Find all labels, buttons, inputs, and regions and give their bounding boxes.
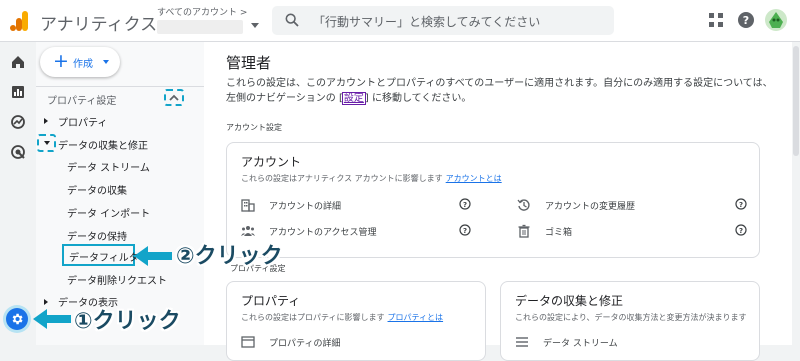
property-details-icon [241, 336, 255, 348]
home-icon[interactable] [10, 54, 26, 70]
search-placeholder: 「行動サマリー」と検索してみてください [313, 15, 541, 29]
account-card-subtitle-text: これらの設定はアナリティクス アカウントに影響します [241, 174, 443, 183]
search-input[interactable]: 「行動サマリー」と検索してみてください [272, 6, 614, 35]
data-collection-card-title: データの収集と修正 [515, 294, 624, 308]
svg-text:?: ? [739, 227, 743, 235]
nav-item-data-retention[interactable]: データの保持 [67, 228, 127, 243]
analytics-logo-icon[interactable] [9, 10, 29, 32]
section-label-account: アカウント設定 [226, 123, 282, 132]
nav-item-property[interactable]: プロパティ [58, 114, 107, 129]
trash-row[interactable]: ゴミ箱 ? [517, 222, 757, 240]
nav-divider [36, 86, 204, 87]
annotation-arrow-step1 [33, 309, 71, 329]
account-history-label: アカウントの変更履歴 [545, 202, 636, 212]
property-card-title: プロパティ [241, 294, 301, 308]
account-details-row[interactable]: アカウントの詳細 ? [241, 196, 481, 214]
expand-arrow-icon[interactable] [44, 299, 48, 305]
annotation-step1-label: ①クリック [74, 309, 181, 334]
nav-item-data-import[interactable]: データ インポート [67, 205, 150, 220]
admin-nav: + 作成 プロパティ設定 プロパティ データの収集と修正 データ ストリーム デ… [36, 42, 204, 345]
property-card: プロパティ これらの設定はプロパティに影響します プロパティとは プロパティの詳細 [226, 281, 486, 361]
svg-text:?: ? [739, 201, 743, 209]
svg-text:?: ? [463, 227, 467, 235]
account-history-row[interactable]: アカウントの変更履歴 ? [517, 196, 757, 214]
account-switcher[interactable]: すべてのアカウント > [157, 5, 259, 37]
apps-grid-icon[interactable] [707, 11, 725, 29]
reports-icon[interactable] [10, 84, 26, 100]
plus-icon: + [53, 50, 69, 72]
top-bar: アナリティクス すべてのアカウント > 「行動サマリー」と検索してみてください … [0, 0, 800, 42]
collapse-arrow-button[interactable] [37, 134, 56, 152]
help-circle-icon[interactable]: ? [735, 198, 747, 210]
explore-icon[interactable] [10, 114, 26, 130]
page-title: 管理者 [226, 54, 272, 72]
help-icon[interactable]: ? [737, 11, 755, 29]
advertising-icon[interactable] [10, 144, 26, 160]
account-card-title: アカウント [241, 155, 302, 169]
expand-arrow-icon[interactable] [44, 118, 48, 124]
app-title: アナリティクス [40, 15, 158, 35]
account-breadcrumb: すべてのアカウント > [157, 8, 248, 18]
chevron-down-icon [44, 141, 50, 145]
create-button[interactable]: + 作成 [40, 47, 120, 77]
nav-item-data-deletion[interactable]: データ削除リクエスト [67, 272, 167, 287]
nav-item-data-collection-settings[interactable]: データの収集 [67, 182, 127, 197]
nav-item-data-streams[interactable]: データ ストリーム [67, 159, 150, 174]
property-card-subtitle-text: これらの設定はプロパティに影響します [241, 313, 385, 322]
settings-link[interactable]: 設定 [341, 92, 366, 105]
account-name-redacted [157, 20, 243, 34]
collapse-section-button[interactable] [164, 89, 184, 106]
history-icon [517, 199, 530, 211]
page-description-tail: ] に移動してください。 [364, 93, 472, 104]
nav-section-title: プロパティ設定 [47, 96, 117, 107]
what-is-account-link[interactable]: アカウントとは [446, 174, 502, 183]
caret-down-icon [251, 23, 259, 28]
caret-down-icon [103, 60, 109, 64]
data-collection-card: データの収集と修正 これらの設定により、データの収集方法と変更方法が決まります … [500, 281, 760, 361]
data-collection-card-subtitle: これらの設定により、データの収集方法と変更方法が決まります [515, 313, 747, 322]
trash-icon [518, 224, 530, 238]
help-circle-icon[interactable]: ? [459, 224, 471, 236]
search-icon [285, 13, 299, 27]
help-circle-icon[interactable]: ? [735, 224, 747, 236]
property-card-subtitle: これらの設定はプロパティに影響します プロパティとは [241, 312, 443, 323]
annotation-step2-label: ②クリック [176, 244, 283, 269]
create-button-label: 作成 [73, 59, 93, 70]
left-rail [0, 42, 36, 345]
account-details-label: アカウントの詳細 [269, 202, 342, 212]
data-streams-row[interactable]: データ ストリーム [515, 333, 745, 351]
what-is-property-link[interactable]: プロパティとは [388, 313, 444, 322]
account-card: アカウント これらの設定はアナリティクス アカウントに影響します アカウントとは … [226, 142, 760, 258]
data-streams-icon [516, 337, 528, 347]
annotation-arrow-step2 [134, 246, 172, 266]
scrollbar-thumb[interactable] [793, 46, 799, 156]
scrollbar[interactable] [792, 42, 800, 345]
nav-item-data-filters-label: データフィルタ [69, 253, 139, 264]
people-icon [241, 226, 255, 236]
property-details-row[interactable]: プロパティの詳細 [241, 333, 471, 351]
trash-label: ゴミ箱 [545, 228, 573, 238]
building-icon [241, 199, 255, 212]
page-description-text: これらの設定は、このアカウントとプロパティのすべてのユーザーに適用されます。自分… [226, 78, 773, 104]
help-circle-icon[interactable]: ? [459, 198, 471, 210]
admin-main: 管理者 これらの設定は、このアカウントとプロパティのすべてのユーザーに適用されま… [204, 42, 792, 361]
account-card-subtitle: これらの設定はアナリティクス アカウントに影響します アカウントとは [241, 173, 502, 184]
page-description: これらの設定は、このアカウントとプロパティのすべてのユーザーに適用されます。自分… [226, 76, 776, 106]
chevron-up-icon [169, 94, 179, 101]
nav-item-data-collection[interactable]: データの収集と修正 [58, 137, 148, 152]
gear-icon [12, 313, 23, 325]
account-access-label: アカウントのアクセス管理 [269, 228, 377, 238]
property-details-label: プロパティの詳細 [269, 339, 341, 349]
nav-item-data-filters[interactable]: データフィルタ [62, 244, 139, 266]
svg-text:?: ? [743, 14, 749, 27]
admin-settings-button[interactable] [6, 308, 28, 330]
avatar[interactable] [764, 8, 788, 32]
svg-text:?: ? [463, 201, 467, 209]
data-streams-label: データ ストリーム [543, 339, 618, 349]
